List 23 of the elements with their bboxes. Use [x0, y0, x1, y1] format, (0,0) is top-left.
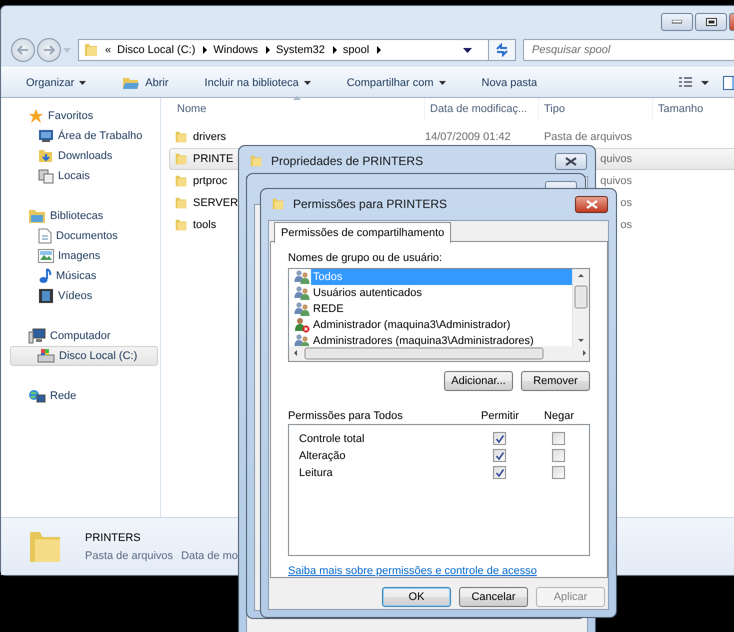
column-label: Negar: [544, 410, 574, 422]
item-type: Pasta de arquivos: [85, 550, 174, 562]
permission-name: Leitura: [299, 466, 334, 479]
file-name: SERVER: [193, 197, 238, 209]
item-name: PRINTERS: [85, 532, 142, 544]
dialog-title: Propriedades de PRINTERS: [271, 154, 424, 168]
file-name: tools: [193, 219, 216, 231]
dialog-title: Permissões para PRINTERS: [293, 197, 448, 211]
file-type: os: [620, 197, 632, 209]
file-type: quivos: [600, 153, 632, 165]
file-type: Pasta de arquivos: [544, 131, 632, 143]
file-name: PRINTE: [193, 153, 234, 165]
file-type: quivos: [600, 175, 632, 187]
file-name: drivers: [193, 131, 226, 143]
column-label: Permitir: [481, 410, 519, 422]
file-date: 14/07/2009 01:42: [425, 131, 511, 143]
date-label: Data de mo: [181, 550, 238, 562]
permission-name: Alteração: [299, 450, 346, 462]
permissions-label: Permissões para Todos: [288, 410, 404, 422]
file-name: prtproc: [193, 175, 228, 187]
list-label: Nomes de grupo ou de usuário:: [288, 252, 444, 264]
file-type: os: [620, 219, 632, 231]
permission-name: Controle total: [299, 432, 366, 445]
